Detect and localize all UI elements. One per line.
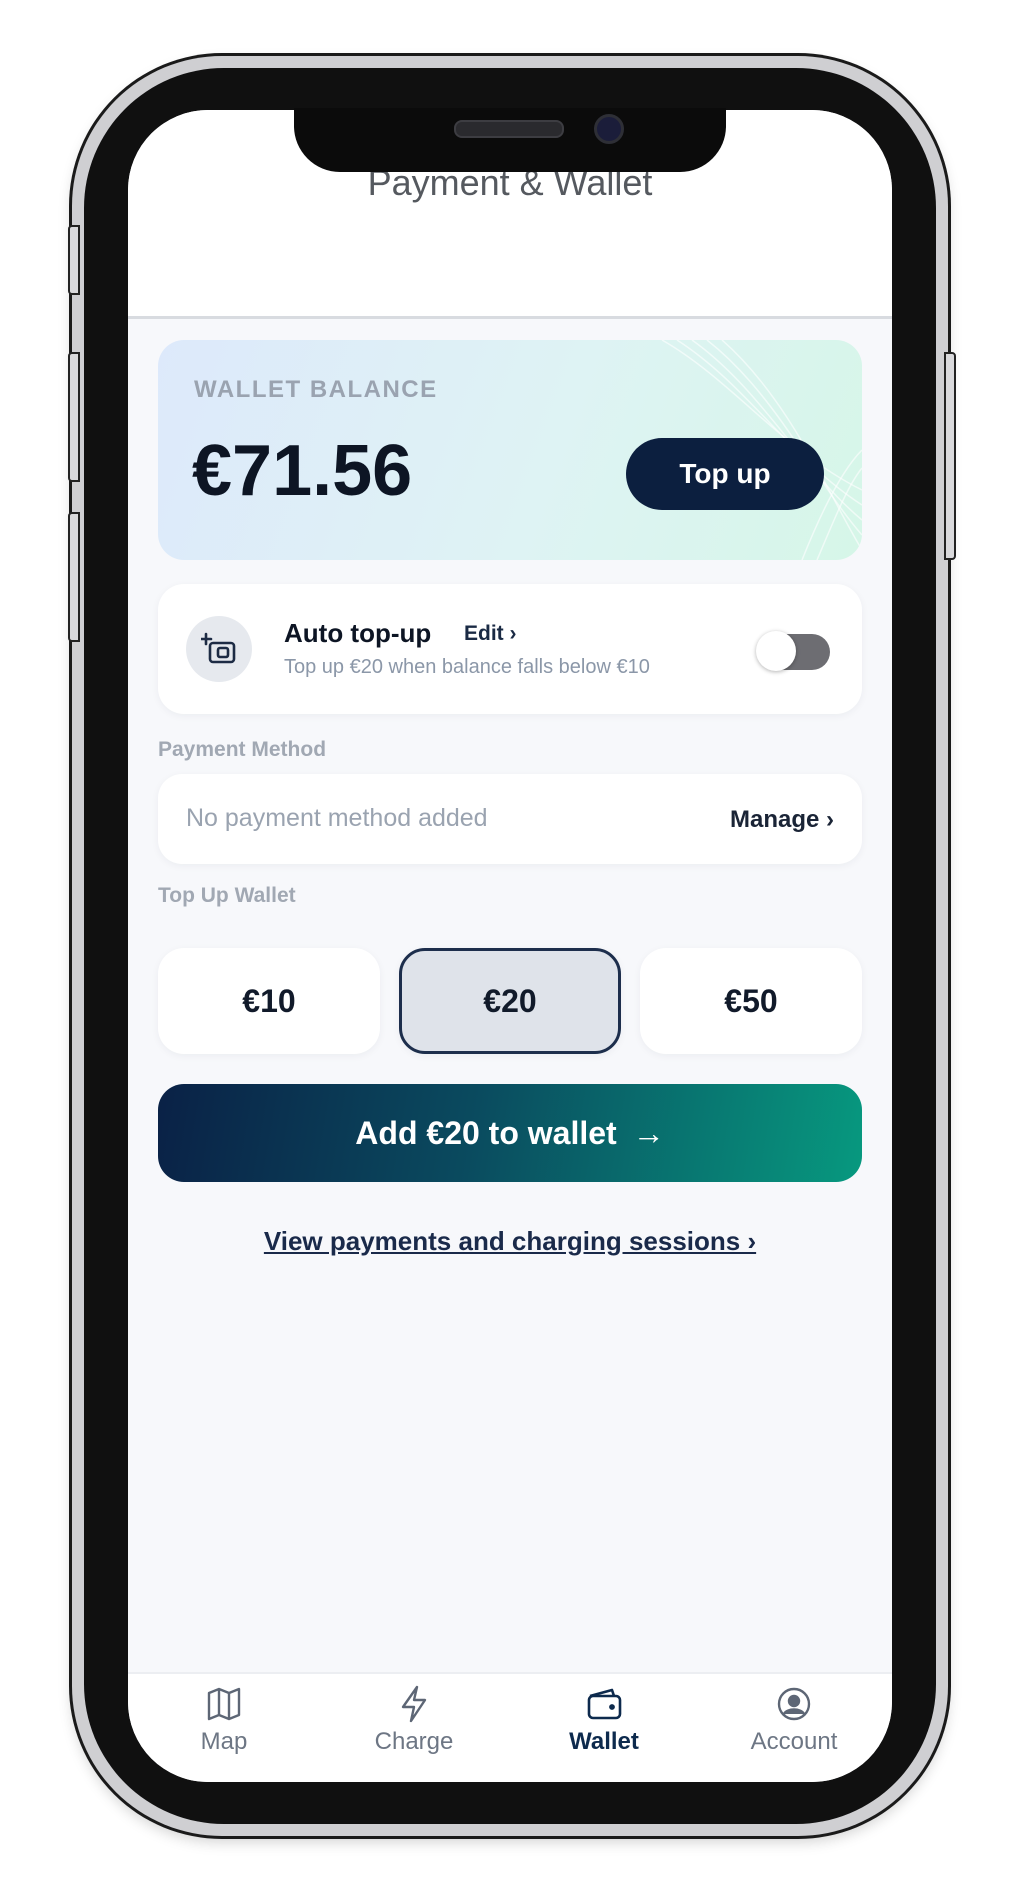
nav-item-account[interactable]: Account [714, 1684, 874, 1774]
payment-method-label: Payment Method [158, 738, 327, 761]
payment-method-empty-text: No payment method added [186, 804, 488, 832]
top-up-button[interactable]: Top up [626, 438, 824, 510]
nav-item-wallet[interactable]: Wallet [524, 1684, 684, 1774]
nav-label-charge: Charge [374, 1728, 454, 1755]
amount-option-20[interactable]: €20 [399, 948, 621, 1054]
phone-notch [294, 108, 726, 172]
payment-method-card: No payment method added Manage › [158, 774, 862, 864]
bottom-navigation: Map Charge Wallet Account [128, 1672, 892, 1782]
auto-topup-card: Auto top-up Edit › Top up €20 when balan… [158, 584, 862, 714]
auto-topup-icon [186, 616, 252, 682]
wallet-icon [587, 1688, 622, 1720]
app-screen: Payment & Wallet WALLET BALANCE €71.56 T… [128, 110, 892, 1782]
amount-option-10[interactable]: €10 [158, 948, 380, 1054]
auto-topup-title: Auto top-up [284, 618, 432, 648]
lightning-icon [401, 1685, 427, 1723]
nav-label-wallet: Wallet [569, 1728, 639, 1755]
top-up-wallet-label: Top Up Wallet [158, 884, 296, 907]
auto-topup-edit-link[interactable]: Edit › [464, 622, 517, 646]
arrow-right-icon: → [632, 1114, 665, 1151]
wallet-plus-icon [201, 632, 236, 664]
front-camera [594, 114, 624, 144]
auto-topup-description: Top up €20 when balance falls below €10 [284, 656, 650, 678]
add-to-wallet-label: Add €20 to wallet [355, 1114, 617, 1151]
add-to-wallet-button[interactable]: Add €20 to wallet → [158, 1084, 862, 1182]
manage-payment-link[interactable]: Manage › [730, 806, 834, 834]
balance-amount: €71.56 [192, 431, 413, 511]
nav-item-map[interactable]: Map [144, 1684, 304, 1774]
toggle-knob [756, 631, 796, 671]
speaker-grille [454, 120, 564, 138]
nav-label-map: Map [200, 1728, 248, 1755]
volume-up-button [68, 352, 80, 482]
nav-label-account: Account [750, 1728, 838, 1755]
power-button [944, 352, 956, 560]
amount-option-50[interactable]: €50 [640, 948, 862, 1054]
volume-down-button [68, 512, 80, 642]
account-icon [777, 1687, 811, 1721]
balance-label: WALLET BALANCE [194, 376, 438, 403]
wallet-balance-card: WALLET BALANCE €71.56 Top up [158, 340, 862, 560]
mute-switch [68, 225, 80, 295]
view-history-link[interactable]: View payments and charging sessions › [128, 1226, 892, 1257]
auto-topup-toggle[interactable] [756, 631, 830, 671]
map-icon [207, 1687, 241, 1721]
nav-item-charge[interactable]: Charge [334, 1684, 494, 1774]
